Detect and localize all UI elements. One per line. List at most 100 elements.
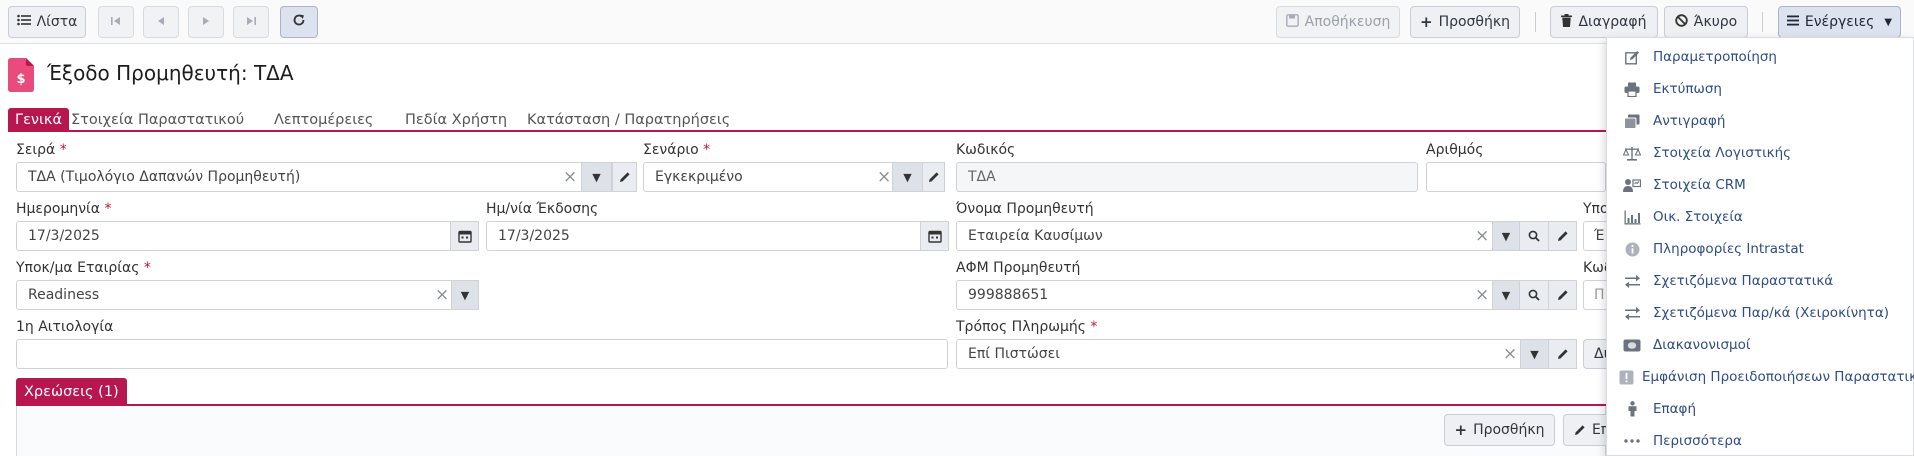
menu-item-label: Οικ. Στοιχεία [1653,209,1743,225]
toolbar-separator [1762,12,1763,32]
money-icon [1619,339,1645,352]
menu-item-copy[interactable]: Αντιγραφή [1607,106,1913,136]
menu-item-label: Περισσότερα [1653,433,1742,449]
company-branch-value: Readiness [28,287,100,303]
clear-icon[interactable]: × [1475,285,1489,305]
refresh-button[interactable] [280,6,318,38]
series-select[interactable]: ΤΔΑ (Τιμολόγιο Δαπανών Προμηθευτή) × ▼ [16,162,637,192]
menu-item-related-manual[interactable]: Σχετιζόμενα Παρ/κά (Χειροκίνητα) [1607,298,1913,328]
charges-add-button[interactable]: + Προσθήκη [1444,414,1555,446]
vat-edit-button[interactable] [1548,280,1577,310]
menu-item-label: Στοιχεία CRM [1653,177,1746,193]
menu-item-accounting[interactable]: Στοιχεία Λογιστικής [1607,138,1913,168]
tab-charges[interactable]: Χρεώσεις (1) [16,378,127,406]
menu-item-label: Διακανονισμοί [1653,337,1751,353]
date-field[interactable]: 17/3/2025 [16,221,479,251]
charges-tabs: Χρεώσεις (1) [16,378,1606,406]
list-button[interactable]: Λίστα [8,6,86,38]
menu-item-customize[interactable]: Παραμετροποίηση [1607,42,1913,72]
clear-icon[interactable]: × [877,167,891,187]
plus-icon: + [1420,13,1433,31]
tab-general[interactable]: Γενικά [8,108,70,132]
menu-icon [1786,14,1799,30]
vat-dropdown-button[interactable]: ▼ [1492,280,1520,310]
contact-card-icon [1619,178,1645,193]
series-value: ΤΔΑ (Τιμολόγιο Δαπανών Προμηθευτή) [28,169,301,185]
payment-edit-button[interactable] [1548,339,1577,369]
list-button-label: Λίστα [36,14,78,30]
issue-date-calendar-button[interactable] [920,221,949,251]
scenario-value: Εγκεκριμένο [655,169,743,185]
date-label: Ημερομηνία * [16,201,112,217]
payment-method-select[interactable]: Επί Πιστώσει × ▼ [956,339,1577,369]
menu-item-settlements[interactable]: Διακανονισμοί [1607,330,1913,360]
delete-button[interactable]: Διαγραφή [1550,6,1658,38]
trash-icon [1561,13,1573,31]
actions-button-label: Ενέργειες [1804,14,1875,30]
payment-method-label: Τρόπος Πληρωμής * [956,319,1098,335]
chart-icon [1619,210,1645,225]
scenario-edit-button[interactable] [922,162,945,192]
previous-record-button[interactable] [143,6,179,38]
menu-item-print[interactable]: Εκτύπωση [1607,74,1913,104]
scenario-dropdown-button[interactable]: ▼ [892,162,923,192]
reason-field[interactable] [16,339,948,369]
issue-date-label: Ημ/νία Έκδοσης [486,201,599,217]
save-button[interactable]: Αποθήκευση [1276,6,1400,38]
menu-item-financials[interactable]: Οικ. Στοιχεία [1607,202,1913,232]
cut-off-field[interactable]: Έ [1583,221,1606,251]
issue-date-field[interactable]: 17/3/2025 [486,221,949,251]
payment-dropdown-button[interactable]: ▼ [1520,339,1549,369]
clear-icon[interactable]: × [563,167,577,187]
main-tabs: Γενικά Στοιχεία Παραστατικού Λεπτομέρειε… [8,108,1606,132]
clear-icon[interactable]: × [1503,344,1517,364]
next-record-button[interactable] [188,6,224,38]
menu-item-related-documents[interactable]: Σχετιζόμενα Παραστατικά [1607,266,1913,296]
menu-item-crm[interactable]: Στοιχεία CRM [1607,170,1913,200]
menu-item-contact[interactable]: Επαφή [1607,394,1913,424]
tab-status-notes[interactable]: Κατάσταση / Παρατηρήσεις [527,108,730,132]
menu-item-intrastat[interactable]: Πληροφορίες Intrastat [1607,234,1913,264]
supplier-dropdown-button[interactable]: ▼ [1492,221,1520,251]
actions-button[interactable]: Ενέργειες ▼ [1778,6,1901,38]
company-branch-select[interactable]: Readiness × ▼ [16,280,479,310]
add-button[interactable]: + Προσθήκη [1410,6,1520,38]
supplier-name-select[interactable]: Εταιρεία Καυσίμων × ▼ [956,221,1577,251]
clear-icon[interactable]: × [1475,226,1489,246]
last-record-button[interactable] [233,6,269,38]
cancel-button-label: Άκυρο [1693,14,1738,30]
caret-down-icon: ▼ [1884,16,1893,28]
supplier-search-button[interactable] [1519,221,1549,251]
menu-item-label: Αντιγραφή [1653,113,1726,129]
series-edit-button[interactable] [612,162,637,192]
tab-details[interactable]: Λεπτομέρειες [274,108,373,132]
first-record-button[interactable] [98,6,134,38]
menu-item-label: Πληροφορίες Intrastat [1653,241,1804,257]
cut-off-field[interactable]: Π [1583,280,1606,310]
cut-off-value: Έ [1594,228,1605,244]
scenario-label: Σενάριο * [643,142,711,158]
supplier-name-value: Εταιρεία Καυσίμων [968,228,1103,244]
code-field[interactable]: ΤΔΑ [956,162,1418,192]
issue-date-value: 17/3/2025 [498,228,570,244]
charges-panel: + Προσθήκη Επ [16,406,1613,456]
menu-item-more[interactable]: Περισσότερα [1607,426,1913,456]
tab-user-fields[interactable]: Πεδία Χρήστη [405,108,507,132]
cancel-button[interactable]: Άκυρο [1664,6,1748,38]
menu-item-show-warnings[interactable]: Εμφάνιση Προειδοποιήσεων Παραστατικού [1607,362,1914,392]
code-label: Κωδικός [956,142,1016,158]
person-icon [1619,401,1645,417]
tab-document-data[interactable]: Στοιχεία Παραστατικού [71,108,244,132]
menu-item-label: Σχετιζόμενα Παραστατικά [1653,273,1834,289]
clear-icon[interactable]: × [435,285,449,305]
reason-label: 1η Αιτιολογία [16,319,114,335]
number-field[interactable] [1426,162,1606,192]
supplier-vat-select[interactable]: 999888651 × ▼ [956,280,1577,310]
vat-search-button[interactable] [1519,280,1549,310]
series-dropdown-button[interactable]: ▼ [581,162,612,192]
company-branch-dropdown-button[interactable]: ▼ [451,280,479,310]
edit-icon [1619,50,1645,65]
date-calendar-button[interactable] [450,221,479,251]
supplier-edit-button[interactable] [1548,221,1577,251]
scenario-select[interactable]: Εγκεκριμένο × ▼ [643,162,945,192]
